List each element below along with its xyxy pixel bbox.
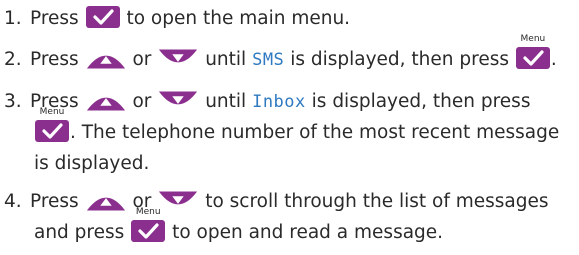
lcd-inbox-text: Inbox <box>252 92 306 112</box>
step-text: until <box>205 91 247 112</box>
step-1: 1. Press Menu to open the main menu. <box>4 0 351 34</box>
calls-key <box>157 48 199 70</box>
step-text: to open and read a message. <box>172 222 444 243</box>
step-text: or <box>132 91 152 112</box>
up-arrow-icon <box>85 190 127 212</box>
step-2: 2. Press Redial or until SMS is displayed… <box>4 34 557 76</box>
step-3: 3. Press or until Inbox is displayed, the… <box>4 86 564 180</box>
step-number: 2. <box>4 49 22 70</box>
step-number: 3. <box>4 91 22 112</box>
checkmark-icon <box>85 5 121 29</box>
up-arrow-icon <box>85 90 127 112</box>
step-text: to open the main menu. <box>126 8 351 29</box>
down-arrow-icon <box>157 48 199 70</box>
step-text: . <box>550 49 557 70</box>
menu-key: Menu <box>515 34 551 70</box>
menu-key: Menu <box>34 107 70 143</box>
step-text: is displayed, then press <box>290 49 509 70</box>
checkmark-icon <box>130 219 166 243</box>
step-text: is displayed. <box>34 153 150 174</box>
menu-key-caption: Menu <box>135 207 161 217</box>
menu-key-caption: Menu <box>520 34 546 44</box>
step-3-line-3: is displayed. <box>34 148 149 179</box>
step-text: or <box>132 49 152 70</box>
redial-key <box>85 90 127 112</box>
menu-key-caption: Menu <box>39 107 65 117</box>
step-text: . The telephone number of the most recen… <box>70 122 560 143</box>
calls-key <box>157 90 199 112</box>
step-text: Press <box>30 49 79 70</box>
redial-key-caption: Redial <box>96 45 115 52</box>
step-4-line-2: and press Menu to open and read a messag… <box>34 207 444 248</box>
menu-key: Menu <box>130 207 166 243</box>
step-4: 4. Press or to scroll through the list of… <box>4 186 564 252</box>
step-text: and press <box>34 222 125 243</box>
checkmark-icon <box>515 46 551 70</box>
step-text: Press <box>30 191 79 212</box>
step-text: until <box>205 49 247 70</box>
down-arrow-icon <box>157 90 199 112</box>
step-text: Press <box>30 8 79 29</box>
step-text: to scroll through the list of messages <box>205 191 549 212</box>
step-text: is displayed, then press <box>311 91 531 112</box>
lcd-sms-text: SMS <box>252 50 285 70</box>
checkmark-icon <box>34 119 70 143</box>
menu-key: Menu <box>85 0 121 29</box>
redial-key: Redial <box>85 45 127 70</box>
menu-key-caption: Menu <box>85 0 121 3</box>
step-number: 4. <box>4 191 22 212</box>
step-number: 1. <box>4 8 22 29</box>
step-3-line-2: Menu . The telephone number of the most … <box>34 107 560 148</box>
redial-key <box>85 190 127 212</box>
